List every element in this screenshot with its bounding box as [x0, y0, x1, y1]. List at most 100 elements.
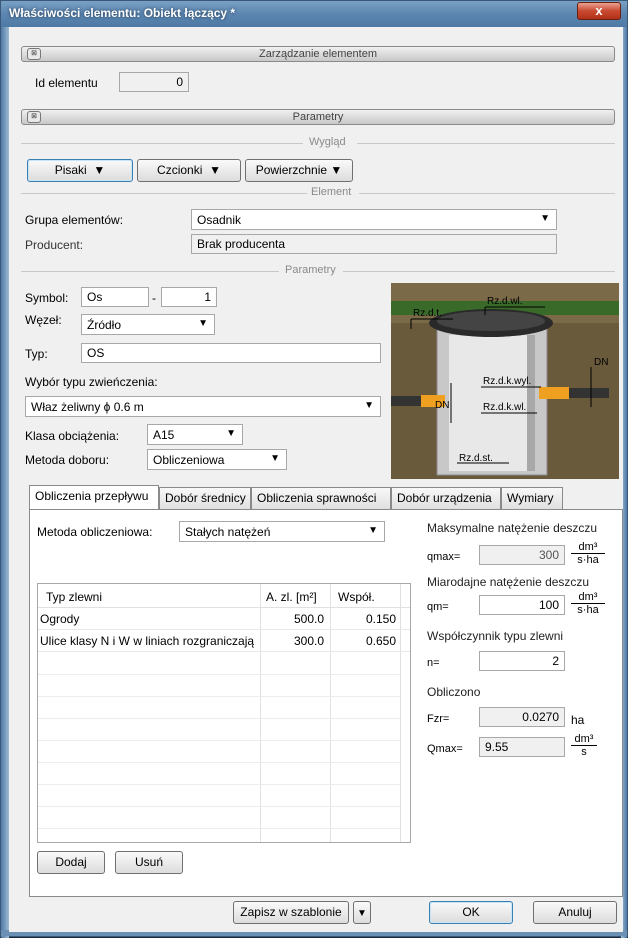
table-cell: 300.0	[293, 634, 324, 648]
table-cell: Ogrody	[40, 612, 80, 626]
diagram-label: Rz.d.k.wyl.	[483, 376, 531, 387]
element-group-select[interactable]: Osadnik ▼	[191, 209, 557, 230]
collapse-icon[interactable]: ⊠	[27, 48, 41, 60]
chevron-down-icon: ▼	[540, 213, 550, 224]
qm-header: Miarodajne natężenie deszczu	[427, 575, 590, 589]
column-header[interactable]: A. zl. [m²]	[266, 590, 317, 604]
fzr-unit: ha	[571, 713, 585, 727]
divider	[357, 143, 615, 144]
chevron-down-icon: ▼	[93, 163, 106, 177]
element-id-label: Id elementu	[35, 76, 98, 90]
tab-efficiency[interactable]: Obliczenia sprawności	[251, 487, 391, 509]
column-header[interactable]: Współ.	[338, 590, 375, 604]
pens-label: Pisaki	[54, 163, 87, 177]
chevron-down-icon: ▼	[330, 163, 343, 177]
unit-denominator: s·ha	[577, 554, 599, 566]
unit-numerator: dm³	[571, 591, 605, 604]
row-divider	[38, 806, 400, 807]
selection-method-value: Obliczeniowa	[153, 453, 225, 467]
symbol-number-input[interactable]: 1	[161, 287, 217, 307]
pens-dropdown-button[interactable]: Pisaki ▼	[27, 159, 133, 182]
diagram-label: DN	[594, 357, 608, 368]
section-management-bar[interactable]: ⊠ Zarządzanie elementem	[21, 46, 615, 62]
chevron-down-icon: ▼	[368, 525, 378, 536]
close-button[interactable]: x	[577, 2, 621, 20]
node-select[interactable]: Źródło ▼	[81, 314, 215, 335]
row-divider	[38, 762, 400, 763]
section-management-title: Zarządzanie elementem	[258, 48, 377, 60]
tab-diameter[interactable]: Dobór średnicy	[159, 487, 251, 509]
divider	[343, 271, 615, 272]
element-header: Element	[311, 186, 352, 198]
surfaces-dropdown-button[interactable]: Powierzchnie ▼	[245, 159, 353, 182]
dialog-content: ⊠ Zarządzanie elementem Id elementu 0 ⊠ …	[9, 27, 623, 932]
symbol-label: Symbol:	[25, 291, 69, 305]
dialog-window: Właściwości elementu: Obiekt łączący * x…	[0, 0, 628, 938]
fzr-label: Fzr=	[427, 713, 450, 725]
cap-type-select[interactable]: Właz żeliwny ϕ 0.6 m ▼	[25, 396, 381, 417]
add-row-button[interactable]: Dodaj	[37, 851, 105, 874]
row-divider	[38, 674, 400, 675]
Qmax-unit: dm³ s	[571, 733, 597, 758]
load-class-select[interactable]: A15 ▼	[147, 424, 243, 445]
params-header: Parametry	[285, 264, 336, 276]
chevron-down-icon: ▼	[226, 428, 236, 439]
table-row[interactable]: Ogrody 500.0 0.150	[38, 608, 410, 630]
row-divider	[38, 740, 400, 741]
cancel-button[interactable]: Anuluj	[533, 901, 617, 924]
element-group-value: Osadnik	[197, 213, 242, 227]
chevron-down-icon: ▼	[198, 318, 208, 329]
unit-denominator: s	[581, 746, 587, 758]
divider	[359, 193, 615, 194]
node-label: Węzeł:	[25, 313, 62, 327]
diagram-label: Rz.d.t.	[413, 308, 442, 319]
calc-method-label: Metoda obliczeniowa:	[37, 525, 153, 539]
type-label: Typ:	[25, 347, 48, 361]
ok-button[interactable]: OK	[429, 901, 513, 924]
remove-row-button[interactable]: Usuń	[115, 851, 183, 874]
n-header: Współczynnik typu zlewni	[427, 629, 564, 643]
table-row[interactable]: Ulice klasy N i W w liniach rozgraniczaj…	[38, 630, 410, 652]
tab-device-selection[interactable]: Dobór urządzenia	[391, 487, 501, 509]
tab-flow-calc[interactable]: Obliczenia przepływu	[29, 485, 159, 510]
load-class-label: Klasa obciążenia:	[25, 429, 120, 443]
symbol-input[interactable]: Os	[81, 287, 149, 307]
qmax-label: qmax=	[427, 551, 461, 563]
chevron-down-icon: ▼	[209, 163, 221, 177]
table-cell: 500.0	[293, 612, 324, 626]
save-template-button[interactable]: Zapisz w szablonie	[233, 901, 349, 924]
surfaces-label: Powierzchnie	[255, 163, 328, 177]
chevron-down-icon: ▼	[364, 400, 374, 411]
table-header-row: Typ zlewni A. zl. [m²] Współ.	[38, 584, 410, 608]
section-parameters-bar[interactable]: ⊠ Parametry	[21, 109, 615, 125]
column-header[interactable]: Typ zlewni	[46, 590, 102, 604]
window-title: Właściwości elementu: Obiekt łączący *	[9, 6, 236, 20]
qmax-header: Maksymalne natężenie deszczu	[427, 521, 598, 535]
fonts-dropdown-button[interactable]: Czcionki ▼	[137, 159, 241, 182]
divider	[21, 193, 307, 194]
catchment-table[interactable]: Typ zlewni A. zl. [m²] Współ. Ogrody 500…	[37, 583, 411, 843]
node-value: Źródło	[87, 318, 122, 332]
row-divider	[38, 696, 400, 697]
calculated-header: Obliczono	[427, 685, 481, 699]
tab-dimensions[interactable]: Wymiary	[501, 487, 563, 509]
calc-method-select[interactable]: Stałych natężeń ▼	[179, 521, 385, 542]
row-divider	[38, 718, 400, 719]
Qmax-label: Qmax=	[427, 743, 463, 755]
load-class-value: A15	[153, 428, 175, 442]
qm-input[interactable]: 100	[479, 595, 565, 615]
n-input[interactable]: 2	[479, 651, 565, 671]
collapse-icon[interactable]: ⊠	[27, 111, 41, 123]
diagram-label: DN	[435, 400, 449, 411]
divider	[21, 271, 279, 272]
element-id-field: 0	[119, 72, 189, 92]
selection-method-select[interactable]: Obliczeniowa ▼	[147, 449, 287, 470]
cap-type-value: Właz żeliwny ϕ 0.6 m	[31, 400, 144, 414]
appearance-header: Wygląd	[309, 136, 346, 148]
type-input[interactable]: OS	[81, 343, 381, 363]
qm-label: qm=	[427, 601, 449, 613]
qm-unit: dm³ s·ha	[571, 591, 605, 616]
save-template-menu-button[interactable]: ▼	[353, 901, 371, 924]
title-bar[interactable]: Właściwości elementu: Obiekt łączący * x	[1, 1, 627, 27]
symbol-separator: -	[152, 291, 156, 305]
